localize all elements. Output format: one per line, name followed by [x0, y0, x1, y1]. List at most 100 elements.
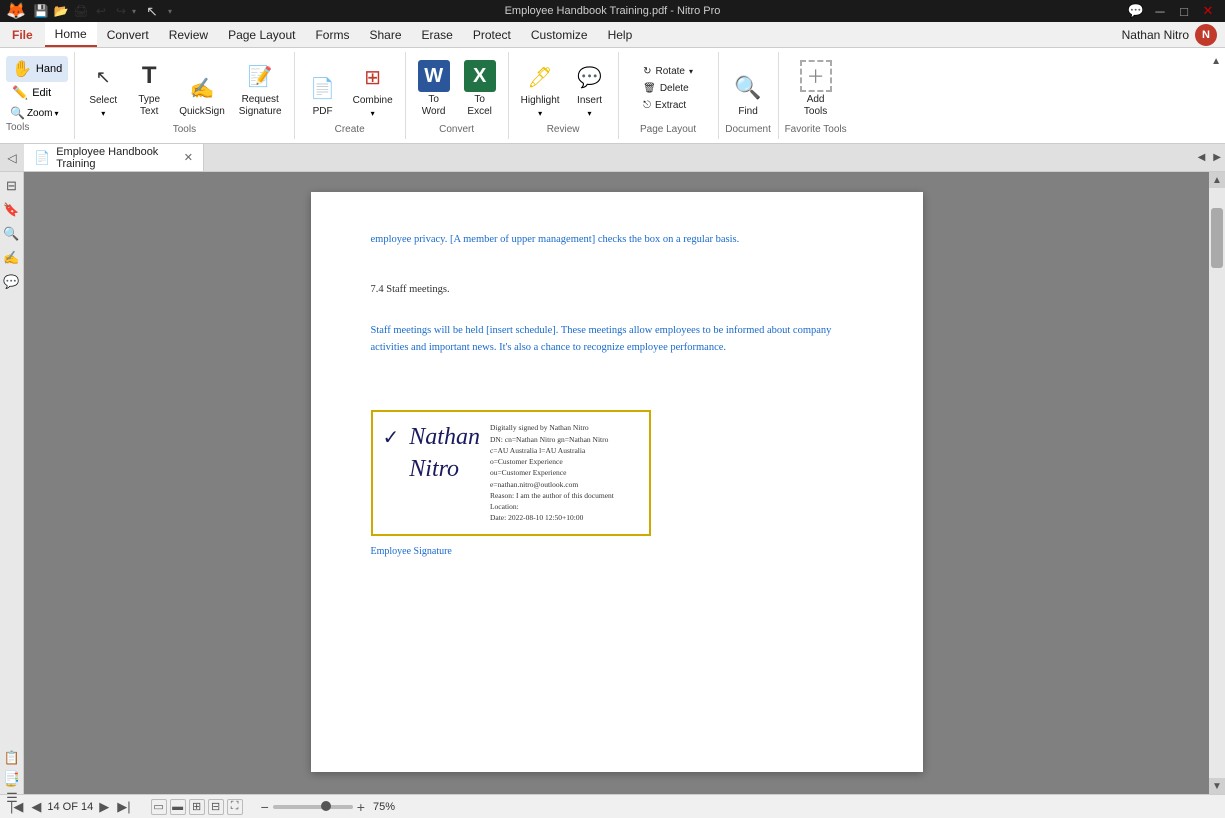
document-tab[interactable]: 📄 Employee Handbook Training ✕ [24, 144, 204, 171]
restore-button[interactable]: □ [1175, 2, 1193, 20]
combine-button[interactable]: ⊞ Combine ▾ [347, 57, 399, 122]
rotate-button[interactable]: ↻ Rotate ▾ [639, 64, 697, 79]
scrollbar-down-button[interactable]: ▼ [1209, 778, 1225, 794]
menu-help[interactable]: Help [598, 22, 643, 47]
panel-comments-icon[interactable]: 📋 [2, 748, 22, 768]
tab-title: Employee Handbook Training [56, 146, 174, 170]
menu-protect[interactable]: Protect [463, 22, 521, 47]
ribbon-collapse-button[interactable]: ▲ [1211, 56, 1221, 67]
to-word-icon: W [418, 60, 450, 92]
panel-search-icon[interactable]: 🔍 [2, 224, 22, 244]
menu-erase[interactable]: Erase [412, 22, 463, 47]
nav-last-button[interactable]: ▶| [115, 799, 132, 815]
favorite-tools-group-label: Favorite Tools [785, 122, 847, 137]
find-label: Find [738, 106, 757, 118]
create-buttons: 📄 PDF ⊞ Combine ▾ [301, 54, 399, 122]
scrollbar-track[interactable] [1209, 188, 1225, 778]
rotate-icon: ↻ [643, 66, 651, 77]
tab-scroll-left[interactable]: ◀ [1194, 152, 1210, 163]
edit-button[interactable]: ✏️ Edit [6, 82, 57, 104]
to-excel-button[interactable]: X ToExcel [458, 56, 502, 122]
request-sig-label: RequestSignature [239, 94, 282, 118]
menu-home[interactable]: Home [45, 22, 97, 47]
zoom-slider[interactable] [273, 805, 353, 809]
panel-signatures-icon[interactable]: ✍ [2, 248, 22, 268]
scrollbar-thumb[interactable] [1211, 208, 1223, 268]
chat-icon[interactable]: 💬 [1127, 2, 1145, 20]
pdf-scrollbar[interactable]: ▲ ▼ [1209, 172, 1225, 794]
menu-page-layout[interactable]: Page Layout [218, 22, 305, 47]
zoom-button[interactable]: 🔍 Zoom ▾ [6, 104, 63, 122]
cursor-dropdown[interactable]: ▾ [168, 7, 172, 16]
panel-pages-icon[interactable]: 📑 [2, 768, 22, 788]
menu-convert[interactable]: Convert [97, 22, 159, 47]
view-double-icon[interactable]: ▬ [170, 799, 186, 815]
panel-thumbnail-icon[interactable]: ⊟ [2, 176, 22, 196]
save-button[interactable]: 💾 [32, 2, 50, 20]
select-buttons-row: ↖ Select ▾ T TypeText ✍ QuickSign 📝 Requ… [81, 54, 287, 122]
tab-scroll-right[interactable]: ▶ [1209, 152, 1225, 163]
sig-detail-line-5: ou=Customer Experience [490, 467, 614, 478]
ribbon-group-review: 🖊 Highlight ▾ 💬 Insert ▾ Review [509, 52, 619, 139]
undo-button[interactable]: ↩ [92, 2, 110, 20]
zoom-out-button[interactable]: − [261, 799, 269, 815]
delete-icon: 🗑 [643, 83, 656, 94]
add-tools-button[interactable]: ＋ AddTools [794, 56, 838, 122]
extract-icon: ⎋ [643, 100, 651, 111]
title-bar: 🦊 💾 📂 🖨 ↩ ↪ ▾ ↖ ▾ Employee Handbook Trai… [0, 0, 1225, 22]
ribbon-group-select: ↖ Select ▾ T TypeText ✍ QuickSign 📝 Requ… [75, 52, 294, 139]
favorite-tools-buttons: ＋ AddTools [785, 54, 847, 122]
paragraph-staff-meetings: Staff meetings will be held [insert sche… [371, 323, 863, 357]
zoom-dropdown-icon: ▾ [55, 109, 59, 118]
view-single-icon[interactable]: ▭ [151, 799, 167, 815]
rotate-label: Rotate [656, 66, 685, 77]
view-grid-icon[interactable]: ⊞ [189, 799, 205, 815]
panel-bookmarks-icon[interactable]: 🔖 [2, 200, 22, 220]
zoom-thumb[interactable] [321, 801, 331, 811]
panel-annotations-icon[interactable]: 💬 [2, 272, 22, 292]
close-button[interactable]: ✕ [1199, 2, 1217, 20]
select-button[interactable]: ↖ Select ▾ [81, 57, 125, 122]
sidebar-toggle-button[interactable]: ◁ [0, 144, 24, 171]
view-fullscreen-icon[interactable]: ⛶ [227, 799, 243, 815]
menu-customize[interactable]: Customize [521, 22, 598, 47]
to-word-button[interactable]: W ToWord [412, 56, 456, 122]
delete-button[interactable]: 🗑 Delete [639, 81, 697, 96]
hand-button[interactable]: ✋ Hand [6, 56, 68, 82]
nav-prev-button[interactable]: ◀ [29, 799, 43, 815]
find-button[interactable]: 🔍 Find [726, 68, 770, 122]
quick-access-dropdown[interactable]: ▾ [132, 7, 136, 16]
tab-close-button[interactable]: ✕ [184, 151, 193, 164]
ribbon-group-convert: W ToWord X ToExcel Convert [406, 52, 509, 139]
menu-review[interactable]: Review [159, 22, 218, 47]
menu-share[interactable]: Share [359, 22, 411, 47]
nav-next-button[interactable]: ▶ [97, 799, 111, 815]
open-button[interactable]: 📂 [52, 2, 70, 20]
menu-forms[interactable]: Forms [305, 22, 359, 47]
type-text-button[interactable]: T TypeText [127, 56, 171, 122]
sig-name: NathanNitro [409, 422, 480, 484]
quicksign-button[interactable]: ✍ QuickSign [173, 68, 231, 122]
print-button[interactable]: 🖨 [72, 2, 90, 20]
pdf-content-area[interactable]: employee privacy. [A member of upper man… [24, 172, 1209, 794]
left-panel-sidebar: ⊟ 🔖 🔍 ✍ 💬 🔒 📋 📑 ☰ [0, 172, 24, 794]
hand-label: Hand [36, 63, 62, 75]
view-spread-icon[interactable]: ⊟ [208, 799, 224, 815]
user-avatar: N [1195, 24, 1217, 46]
zoom-in-button[interactable]: + [357, 799, 365, 815]
combine-icon: ⊞ [357, 61, 389, 93]
menu-file[interactable]: File [0, 22, 45, 47]
insert-button[interactable]: 💬 Insert ▾ [568, 57, 612, 122]
pdf-button[interactable]: 📄 PDF [301, 68, 345, 122]
extract-button[interactable]: ⎋ Extract [639, 98, 697, 113]
panel-list-icon[interactable]: ☰ [2, 788, 22, 794]
highlight-button[interactable]: 🖊 Highlight ▾ [515, 57, 566, 122]
minimize-button[interactable]: ─ [1151, 2, 1169, 20]
user-menu[interactable]: Nathan Nitro N [1114, 22, 1225, 47]
request-sig-icon: 📝 [244, 60, 276, 92]
view-mode-icons: ▭ ▬ ⊞ ⊟ ⛶ [151, 799, 243, 815]
page-layout-buttons: ↻ Rotate ▾ 🗑 Delete ⎋ Extract [625, 54, 712, 122]
request-signature-button[interactable]: 📝 RequestSignature [233, 56, 288, 122]
scrollbar-up-button[interactable]: ▲ [1209, 172, 1225, 188]
redo-button[interactable]: ↪ [112, 2, 130, 20]
